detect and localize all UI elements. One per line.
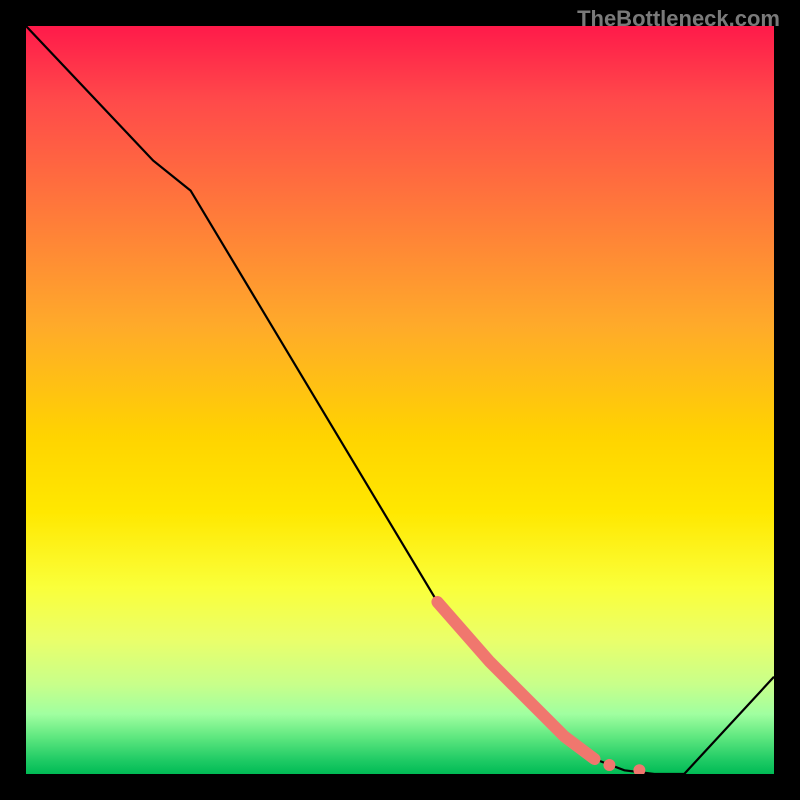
- highlight-dot: [603, 759, 615, 771]
- highlight-dot: [633, 764, 645, 774]
- main-curve: [26, 26, 774, 774]
- highlight-segment: [437, 602, 594, 759]
- chart-container: TheBottleneck.com: [0, 0, 800, 800]
- watermark-text: TheBottleneck.com: [577, 6, 780, 32]
- chart-svg: [26, 26, 774, 774]
- highlight-path: [437, 602, 594, 759]
- highlight-dots: [603, 759, 645, 774]
- curve-path: [26, 26, 774, 774]
- plot-area: [26, 26, 774, 774]
